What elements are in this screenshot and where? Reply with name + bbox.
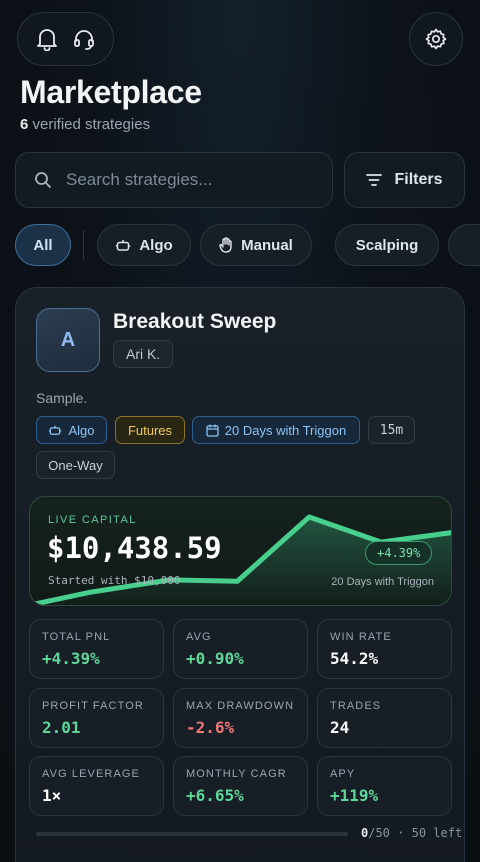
- stat-value: 1×: [42, 786, 62, 805]
- chip-more[interactable]: [448, 224, 480, 266]
- stat-value: +119%: [330, 786, 379, 805]
- stat-value: +6.65%: [186, 786, 244, 805]
- chip-all-label: All: [33, 236, 53, 254]
- stat-apy: APY +119%: [317, 756, 452, 816]
- avatar-letter: A: [60, 328, 76, 351]
- filters-label: Filters: [394, 171, 443, 188]
- stat-max-drawdown: MAX DRAWDOWN -2.6%: [173, 688, 308, 748]
- started-with-text: Started with $10,000: [48, 574, 181, 587]
- stat-label: AVG LEVERAGE: [42, 768, 140, 780]
- strategy-card[interactable]: A Breakout Sweep Ari K. Sample. Algo Fut…: [15, 287, 465, 862]
- filters-button[interactable]: Filters: [344, 152, 465, 208]
- stat-value: 54.2%: [330, 649, 379, 668]
- slots-total: /50: [368, 826, 390, 840]
- stat-label: AVG: [186, 631, 212, 643]
- search-placeholder: Search strategies...: [66, 170, 213, 189]
- slots-left: 50 left: [411, 826, 463, 840]
- tag-futures: Futures: [115, 416, 185, 444]
- stat-label: PROFIT FACTOR: [42, 700, 144, 712]
- top-bar: [17, 12, 463, 68]
- chip-algo-label: Algo: [139, 236, 173, 254]
- search-icon: [35, 172, 51, 188]
- stat-label: TRADES: [330, 700, 382, 712]
- chip-all[interactable]: All: [15, 224, 71, 266]
- strategy-description: Sample.: [36, 390, 88, 406]
- strategy-count-text: verified strategies: [28, 116, 151, 133]
- capital-days-text: 20 Days with Triggon: [331, 576, 434, 588]
- gear-icon: [425, 28, 447, 50]
- page-title: Marketplace: [20, 74, 202, 110]
- stat-value: +0.90%: [186, 649, 244, 668]
- capital-change-badge: +4.39%: [365, 541, 433, 565]
- robot-icon: [116, 240, 131, 251]
- settings-button[interactable]: [409, 12, 463, 66]
- tag-days-label: 20 Days with Triggon: [224, 422, 347, 438]
- header-action-group: [17, 12, 114, 66]
- tag-timeframe: 15m: [368, 416, 415, 444]
- stat-trades: TRADES 24: [317, 688, 452, 748]
- tag-timeframe-label: 15m: [379, 422, 404, 438]
- headset-icon[interactable]: [70, 25, 98, 53]
- bell-icon[interactable]: [33, 25, 61, 53]
- live-capital-panel: LIVE CAPITAL $10,438.59 Started with $10…: [29, 496, 452, 606]
- stat-value: 24: [330, 718, 350, 737]
- author-badge: Ari K.: [113, 340, 174, 368]
- tag-days: 20 Days with Triggon: [192, 416, 360, 444]
- stat-label: MAX DRAWDOWN: [186, 700, 295, 712]
- stat-value: -2.6%: [186, 718, 235, 737]
- chip-manual[interactable]: Manual: [200, 224, 312, 266]
- category-chips: All Algo Manual Scalping: [15, 224, 480, 266]
- slots-progress-bar: [36, 832, 348, 836]
- strategy-name: Breakout Sweep: [113, 310, 277, 333]
- strategy-count: 6 verified strategies: [20, 116, 150, 133]
- tag-algo: Algo: [36, 416, 107, 444]
- calendar-icon: [206, 424, 219, 437]
- stat-win-rate: WIN RATE 54.2%: [317, 619, 452, 679]
- stat-label: WIN RATE: [330, 631, 392, 643]
- stat-value: +4.39%: [42, 649, 100, 668]
- stat-avg-leverage: AVG LEVERAGE 1×: [29, 756, 164, 816]
- slots-text: 0/50 · 50 left: [361, 826, 462, 840]
- filter-icon: [366, 174, 383, 186]
- chip-scalping[interactable]: Scalping: [335, 224, 439, 266]
- tag-algo-label: Algo: [68, 422, 95, 438]
- tag-mode-label: One-Way: [48, 457, 103, 473]
- tag-futures-label: Futures: [127, 422, 173, 438]
- live-capital-label: LIVE CAPITAL: [48, 514, 137, 526]
- stat-profit-factor: PROFIT FACTOR 2.01: [29, 688, 164, 748]
- chip-divider: [83, 230, 84, 260]
- stat-total-pnl: TOTAL PNL +4.39%: [29, 619, 164, 679]
- avatar: A: [36, 308, 100, 372]
- live-capital-value: $10,438.59: [47, 531, 222, 565]
- stat-avg: AVG +0.90%: [173, 619, 308, 679]
- hand-icon: [219, 237, 232, 253]
- tag-mode: One-Way: [36, 451, 115, 479]
- chip-algo[interactable]: Algo: [97, 224, 191, 266]
- stat-label: MONTHLY CAGR: [186, 768, 287, 780]
- stat-label: TOTAL PNL: [42, 631, 111, 643]
- stat-value: 2.01: [42, 718, 81, 737]
- stat-monthly-cagr: MONTHLY CAGR +6.65%: [173, 756, 308, 816]
- chip-scalping-label: Scalping: [355, 236, 419, 254]
- chip-manual-label: Manual: [241, 236, 293, 254]
- slots-separator: ·: [397, 826, 405, 840]
- robot-icon: [49, 425, 62, 435]
- stat-label: APY: [330, 768, 356, 780]
- search-input[interactable]: Search strategies...: [15, 152, 333, 208]
